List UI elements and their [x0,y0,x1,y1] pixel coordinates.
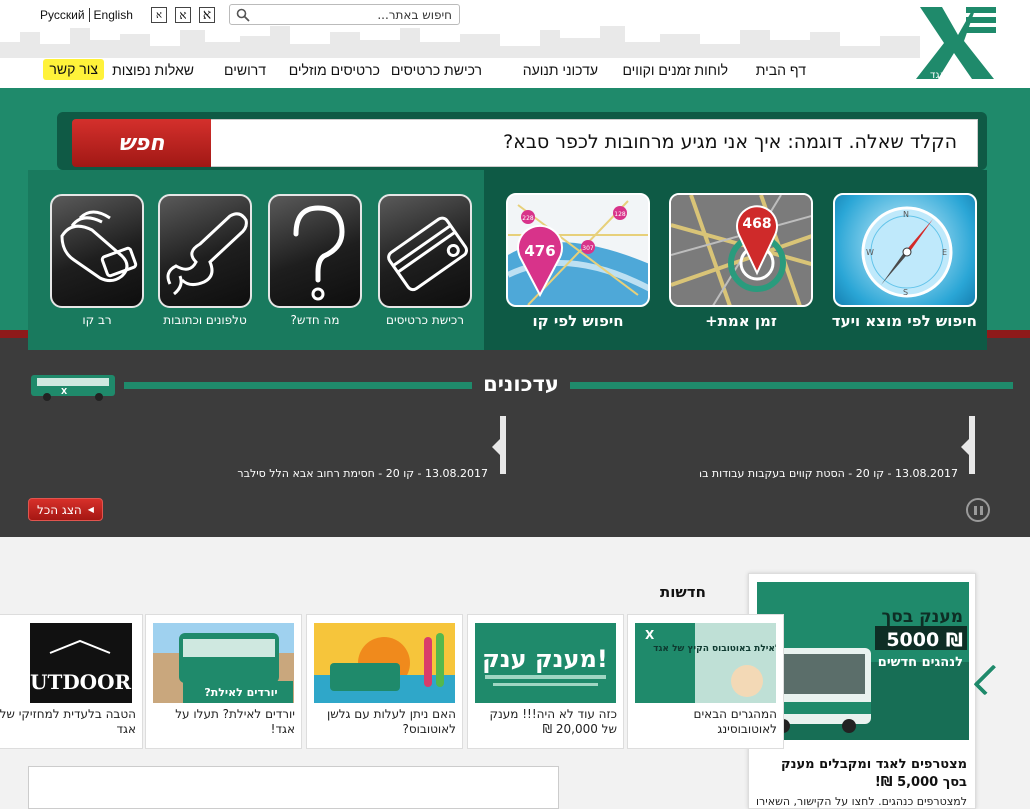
updates-title: עדכונים [483,372,559,396]
nav-jobs[interactable]: דרושים [224,62,266,78]
updates-section [0,338,1030,537]
svg-text:מענק בסך: מענק בסך [881,607,963,627]
whats-new-tile[interactable] [268,194,362,308]
news-card-image [314,623,455,703]
buy-tickets-label: רכישת כרטיסים [385,313,465,327]
language-switcher: Русский English [40,5,133,25]
svg-text:307: 307 [582,245,594,252]
main-nav: דף הבית לוחות זמנים וקווים עדכוני תנועה … [0,58,1030,82]
feature-subtitle: למצטרפים כנהגים. לחצו על הקישור, השאירו … [753,795,967,808]
news-card[interactable]: מענק ענק! כזה עוד לא היה!!! מענק של 20,0… [467,614,624,749]
rav-kav-tile[interactable] [50,194,144,308]
phone-icon [166,212,248,296]
hand-card-icon [60,210,138,283]
phones-tile[interactable] [158,194,252,308]
realtime-label: זמן אמת+ [705,312,777,330]
question-search-input[interactable]: הקלד שאלה. דוגמה: איך אני מגיע מרחובות ל… [210,119,978,167]
search-line-tile[interactable]: 228 128 307 476 [506,193,650,307]
svg-text:לנהגים חדשים: לנהגים חדשים [878,655,963,670]
news-card-caption: האם ניתן לעלות עם גלשן לאוטובוס? [326,707,456,736]
news-card[interactable]: האם ניתן לעלות עם גלשן לאוטובוס? [306,614,463,749]
svg-text:N: N [903,210,909,219]
news-card-caption: יורדים לאילת? תעלו על אגד! [175,707,295,736]
svg-text:476: 476 [524,242,555,260]
news-title: חדשות [660,583,706,601]
search-origin-destination-tile[interactable]: N S W E [833,193,977,307]
nav-discount-tickets[interactable]: כרטיסים מוזלים [289,62,380,78]
news-card-image: יורדים לאילת באוטובוס הקיץ של אגד X [635,623,776,703]
news-card-caption: המהגרים הבאים לאוטובוסינג [693,707,777,736]
whats-new-label: מה חדש? [290,313,340,327]
update-arrow-1 [961,438,970,456]
updates-line-right [570,382,1013,389]
question-mark-icon [293,205,345,301]
font-size-large-button[interactable]: א [199,7,215,23]
news-card-image: מענק ענק! [475,623,616,703]
show-all-label: הצג הכל [37,502,82,517]
bottom-content-box [28,766,559,809]
pause-icon[interactable] [966,498,990,522]
credit-card-icon [387,216,469,292]
svg-text:E: E [942,248,947,257]
news-card-caption: כזה עוד לא היה!!! מענק של 20,000 ₪ [489,707,617,736]
svg-text:יורדים לאילת באוטובוס הקיץ של: יורדים לאילת באוטובוס הקיץ של אגד [653,644,776,654]
arrow-left-icon: ◀ [87,505,94,514]
nav-faq[interactable]: שאלות נפוצות [112,62,194,78]
updates-line-left [124,382,472,389]
news-card-image: יורדים לאילת? [153,623,294,703]
search-origin-destination-label: חיפוש לפי מוצא ויעד [831,312,977,330]
city-skyline-decoration [0,26,920,58]
phones-label: טלפונים וכתובות [163,313,247,327]
buy-tickets-tile[interactable] [378,194,472,308]
nav-contact[interactable]: צור קשר [43,59,104,80]
news-card-image: UTDOOR [30,623,132,703]
nav-buy-tickets[interactable]: רכישת כרטיסים [391,62,482,78]
lang-english-link[interactable]: English [94,8,133,22]
realtime-tile[interactable]: 468 [669,193,813,307]
news-card[interactable]: UTDOOR הטבה בלעדית למחזיקי של אגד [0,614,143,749]
nav-home[interactable]: דף הבית [756,62,806,78]
question-placeholder: הקלד שאלה. דוגמה: איך אני מגיע מרחובות ל… [503,131,957,153]
svg-text:S: S [903,288,908,297]
svg-text:5000 ₪: 5000 ₪ [886,629,963,651]
nav-traffic-updates[interactable]: עדכוני תנועה [523,62,598,78]
news-card[interactable]: יורדים לאילת באוטובוס הקיץ של אגד X המהג… [627,614,784,749]
lang-separator [88,8,90,22]
map-pin-icon: 468 [671,195,811,305]
feature-title: מצטרפים לאגד ומקבלים מענק בסך 5,000 ₪! [781,757,967,790]
news-card[interactable]: יורדים לאילת? יורדים לאילת? תעלו על אגד! [145,614,302,749]
update-item-1[interactable]: 13.08.2017 - קו 20 - הסטת קווים בעקבות ע… [700,467,958,479]
svg-text:X: X [645,628,655,642]
question-search-button[interactable]: חפש [72,119,211,167]
feature-image: מענק בסך 5000 ₪ לנהגים חדשים [757,582,969,740]
svg-text:UTDOOR: UTDOOR [30,670,132,694]
compass-icon: N S W E [861,206,953,298]
site-search-input[interactable]: חיפוש באתר... [229,4,460,25]
bus-icon: X [31,375,115,401]
svg-text:468: 468 [742,216,771,232]
search-icon [236,8,250,22]
lang-russian-link[interactable]: Русский [40,8,85,22]
update-item-2[interactable]: 13.08.2017 - קו 20 - חסימת רחוב אבא הלל … [200,467,488,479]
site-search-placeholder: חיפוש באתר... [377,8,452,22]
update-arrow-2 [492,438,501,456]
rav-kav-label: רב קו [82,313,112,327]
news-card-caption: הטבה בלעדית למחזיקי של אגד [0,707,136,736]
svg-text:W: W [866,248,874,257]
line-map-icon: 228 128 307 476 [508,195,648,305]
svg-text:228: 228 [522,215,534,222]
show-all-updates-button[interactable]: הצג הכל ◀ [28,498,103,521]
font-size-small-button[interactable]: א [151,7,167,23]
search-line-label: חיפוש לפי קו [532,312,624,330]
nav-timetables[interactable]: לוחות זמנים וקווים [622,62,728,78]
svg-text:מענק ענק!: מענק ענק! [482,645,608,673]
svg-text:128: 128 [614,211,626,218]
svg-text:יורדים לאילת?: יורדים לאילת? [204,686,277,699]
svg-text:X: X [61,387,68,396]
font-size-medium-button[interactable]: א [175,7,191,23]
site-header: אגד Русский English א א א חיפוש באתר... … [0,0,1030,88]
